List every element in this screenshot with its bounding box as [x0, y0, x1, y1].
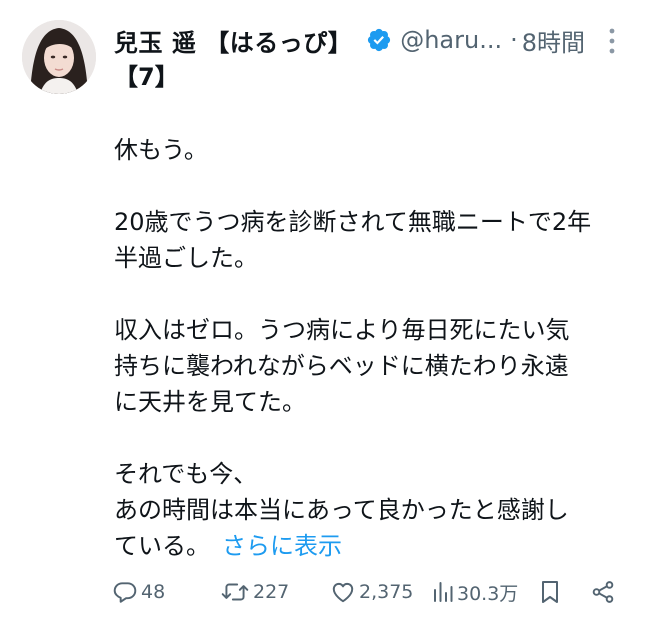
reply-count: 48	[141, 581, 166, 603]
tweet-line: 持ちに襲われながらベッドに横たわり永遠	[114, 352, 569, 380]
author-handle[interactable]: @haru...	[400, 26, 502, 54]
views-button[interactable]: 30.3万	[432, 574, 518, 610]
tweet-line: に天井を見てた。	[114, 388, 306, 416]
heart-icon	[330, 579, 356, 605]
more-options-icon[interactable]	[602, 24, 622, 58]
like-button[interactable]: 2,375	[330, 574, 413, 610]
verified-badge-icon	[366, 27, 392, 53]
tweet-last-line: ている。 さらに表示	[114, 528, 634, 564]
author-name[interactable]: 兒玉 遥 【はるっぴ】	[114, 23, 352, 58]
tweet-line: あの時間は本当にあって良かったと感謝し	[114, 496, 569, 524]
like-count: 2,375	[359, 581, 414, 603]
separator-dot: ·	[510, 26, 518, 54]
tweet-line: 収入はゼロ。うつ病により毎日死にたい気	[114, 316, 570, 344]
tweet-line: 半過ごした。	[114, 244, 258, 272]
tweet-line: それでも今、	[114, 460, 258, 488]
repost-count: 227	[253, 581, 290, 603]
reply-icon	[112, 579, 138, 605]
bookmark-icon	[539, 579, 561, 605]
show-more-link[interactable]: さらに表示	[222, 532, 342, 560]
bookmark-button[interactable]	[539, 574, 561, 610]
share-button[interactable]	[590, 574, 616, 610]
tweet-time[interactable]: 8時間	[522, 23, 585, 58]
avatar[interactable]	[22, 20, 96, 94]
tweet-body: 休もう。 20歳でうつ病を診断されて無職ニートで2年 半過ごした。 収入はゼロ。…	[114, 132, 634, 564]
tweet-line: 20歳でうつ病を診断されて無職ニートで2年	[114, 208, 592, 236]
views-icon	[432, 579, 454, 605]
tweet-line: ている。	[114, 532, 210, 560]
share-icon	[590, 579, 616, 605]
tweet-header: 兒玉 遥 【はるっぴ】 @haru... · 8時間	[114, 20, 634, 60]
author-name-continued[interactable]: 【7】	[114, 60, 179, 94]
views-count: 30.3万	[457, 582, 519, 605]
tweet-line: 休もう。	[114, 136, 208, 164]
repost-icon	[220, 579, 250, 605]
action-bar: 48 227 2,375 30.3万	[112, 574, 632, 610]
reply-button[interactable]: 48	[112, 574, 165, 610]
repost-button[interactable]: 227	[220, 574, 289, 610]
